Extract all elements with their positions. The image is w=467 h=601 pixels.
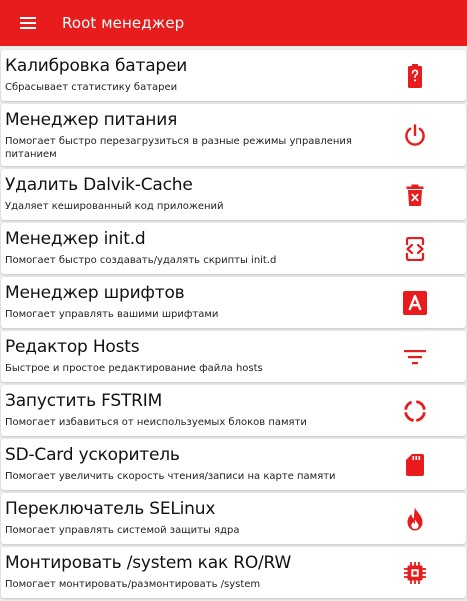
list-item-dalvik-cache[interactable]: Удалить Dalvik-Cache Удаляет кешированны… bbox=[1, 169, 466, 220]
item-title: Редактор Hosts bbox=[5, 337, 140, 357]
item-subtitle: Помогает избавиться от неиспользуемых бл… bbox=[5, 417, 307, 428]
sd-card-icon bbox=[402, 452, 428, 478]
item-title: Переключатель SELinux bbox=[5, 499, 216, 519]
item-title: Запустить FSTRIM bbox=[5, 391, 163, 411]
flame-icon bbox=[402, 506, 428, 532]
item-subtitle: Помогает монтировать/размонтировать /sys… bbox=[5, 579, 261, 590]
list-item-power-manager[interactable]: Менеджер питания Помогает быстро перезаг… bbox=[1, 104, 466, 166]
filter-list-icon bbox=[402, 344, 428, 370]
list-item-initd-manager[interactable]: Менеджер init.d Помогает быстро создават… bbox=[1, 223, 466, 274]
item-title: Менеджер init.d bbox=[5, 229, 146, 249]
item-subtitle: Сбрасывает статистику батареи bbox=[5, 82, 178, 93]
app-bar: Root менеджер bbox=[0, 0, 467, 46]
item-subtitle: Помогает быстро перезагрузиться в разные… bbox=[5, 136, 352, 160]
item-title: Калибровка батареи bbox=[5, 56, 188, 76]
item-title: Удалить Dalvik-Cache bbox=[5, 175, 193, 195]
app-title: Root менеджер bbox=[62, 14, 185, 32]
item-subtitle: Помогает увеличить скорость чтения/запис… bbox=[5, 471, 336, 482]
power-icon bbox=[402, 122, 428, 148]
list-item-selinux-switch[interactable]: Переключатель SELinux Помогает управлять… bbox=[1, 493, 466, 544]
chip-icon bbox=[402, 560, 428, 586]
item-title: Монтировать /system как RO/RW bbox=[5, 553, 292, 573]
item-subtitle: Удаляет кешированный код приложений bbox=[5, 201, 224, 212]
battery-alert-icon bbox=[402, 63, 428, 89]
refresh-ring-icon bbox=[402, 398, 428, 424]
list-item-fstrim[interactable]: Запустить FSTRIM Помогает избавиться от … bbox=[1, 385, 466, 436]
item-title: Менеджер питания bbox=[5, 110, 178, 130]
list-item-hosts-editor[interactable]: Редактор Hosts Быстрое и простое редакти… bbox=[1, 331, 466, 382]
item-subtitle: Помогает управлять системой защиты ядра bbox=[5, 525, 240, 536]
item-subtitle: Помогает управлять вашими шрифтами bbox=[5, 309, 219, 320]
list-item-sd-card-booster[interactable]: SD-Card ускоритель Помогает увеличить ск… bbox=[1, 439, 466, 490]
item-title: Менеджер шрифтов bbox=[5, 283, 185, 303]
item-title: SD-Card ускоритель bbox=[5, 445, 180, 465]
menu-icon bbox=[20, 14, 36, 33]
font-icon bbox=[402, 290, 428, 316]
item-subtitle: Быстрое и простое редактирование файла h… bbox=[5, 363, 263, 374]
code-icon bbox=[402, 236, 428, 262]
menu-button[interactable] bbox=[0, 0, 56, 46]
list-item-mount-system[interactable]: Монтировать /system как RO/RW Помогает м… bbox=[1, 547, 466, 598]
delete-forever-icon bbox=[402, 182, 428, 208]
list-item-font-manager[interactable]: Менеджер шрифтов Помогает управлять ваши… bbox=[1, 277, 466, 328]
item-subtitle: Помогает быстро создавать/удалять скрипт… bbox=[5, 255, 277, 266]
list-item-battery-calibration[interactable]: Калибровка батареи Сбрасывает статистику… bbox=[1, 50, 466, 101]
tools-list: Калибровка батареи Сбрасывает статистику… bbox=[0, 50, 467, 601]
